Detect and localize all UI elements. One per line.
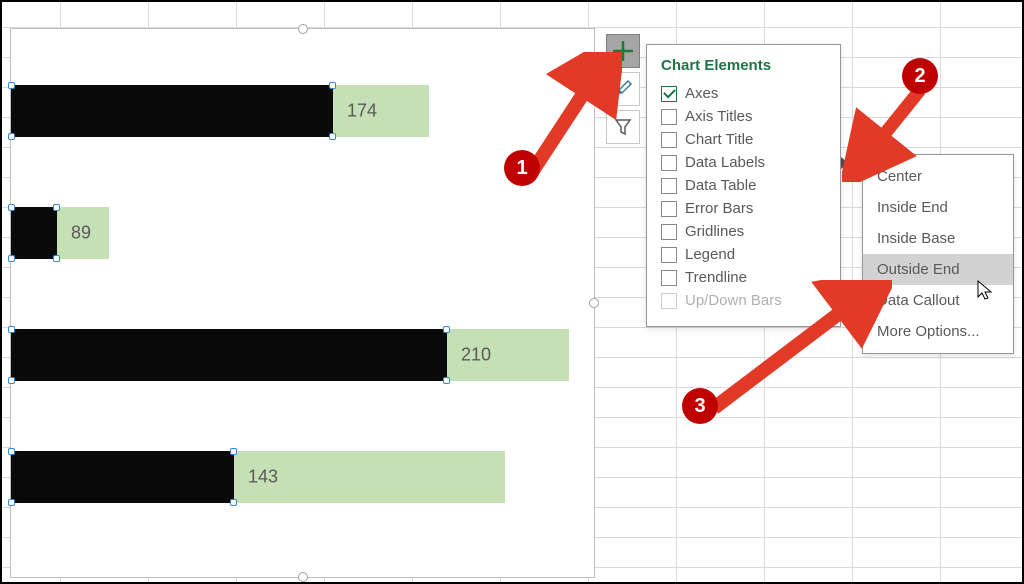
funnel-icon	[613, 117, 633, 137]
flyout-item-axes[interactable]: Axes	[661, 82, 826, 105]
chart-tools	[606, 34, 640, 144]
data-label: 210	[461, 345, 491, 366]
flyout-item-axis-titles[interactable]: Axis Titles	[661, 105, 826, 128]
checkbox-icon[interactable]	[661, 247, 677, 263]
flyout-item-legend[interactable]: Legend	[661, 243, 826, 266]
checkbox-icon[interactable]	[661, 132, 677, 148]
bar-fg[interactable]	[11, 85, 333, 137]
checkbox-icon[interactable]	[661, 224, 677, 240]
chart-elements-button[interactable]	[606, 34, 640, 68]
data-label: 174	[347, 101, 377, 122]
flyout-item-error-bars[interactable]: Error Bars	[661, 197, 826, 220]
selection-handle[interactable]	[298, 24, 308, 34]
plus-icon	[613, 41, 633, 61]
data-label: 89	[71, 223, 91, 244]
brush-icon	[613, 79, 633, 99]
checkbox-icon[interactable]	[661, 270, 677, 286]
checkbox-icon[interactable]	[661, 178, 677, 194]
callout-1: 1	[504, 150, 540, 186]
chart-area[interactable]: 174 89 210 143	[10, 28, 595, 578]
submenu-item-center[interactable]: Center	[863, 161, 1013, 192]
bar-fg[interactable]	[11, 451, 234, 503]
bar-fg[interactable]	[11, 207, 57, 259]
flyout-item-chart-title[interactable]: Chart Title	[661, 128, 826, 151]
submenu-item-inside-end[interactable]: Inside End	[863, 192, 1013, 223]
checkbox-icon[interactable]	[661, 155, 677, 171]
chevron-right-icon[interactable]	[841, 157, 848, 169]
chart-elements-flyout: Chart Elements Axes Axis Titles Chart Ti…	[646, 44, 841, 327]
selection-handle[interactable]	[298, 572, 308, 582]
checkbox-icon[interactable]	[661, 201, 677, 217]
data-label: 143	[248, 467, 278, 488]
data-labels-submenu: Center Inside End Inside Base Outside En…	[862, 154, 1014, 354]
flyout-item-trendline[interactable]: Trendline	[661, 266, 826, 289]
submenu-item-inside-base[interactable]: Inside Base	[863, 223, 1013, 254]
flyout-item-data-labels[interactable]: Data Labels	[661, 151, 826, 174]
cursor-icon	[977, 280, 995, 302]
flyout-title: Chart Elements	[661, 57, 826, 74]
checkbox-icon[interactable]	[661, 109, 677, 125]
flyout-item-data-table[interactable]: Data Table	[661, 174, 826, 197]
selection-handle[interactable]	[589, 298, 599, 308]
checkbox-icon[interactable]	[661, 86, 677, 102]
flyout-item-updown-bars: Up/Down Bars	[661, 289, 826, 312]
callout-3: 3	[682, 388, 718, 424]
chart-styles-button[interactable]	[606, 72, 640, 106]
checkbox-icon	[661, 293, 677, 309]
bar-fg[interactable]	[11, 329, 447, 381]
chart-filters-button[interactable]	[606, 110, 640, 144]
callout-2: 2	[902, 58, 938, 94]
flyout-item-gridlines[interactable]: Gridlines	[661, 220, 826, 243]
submenu-item-more-options[interactable]: More Options...	[863, 316, 1013, 347]
